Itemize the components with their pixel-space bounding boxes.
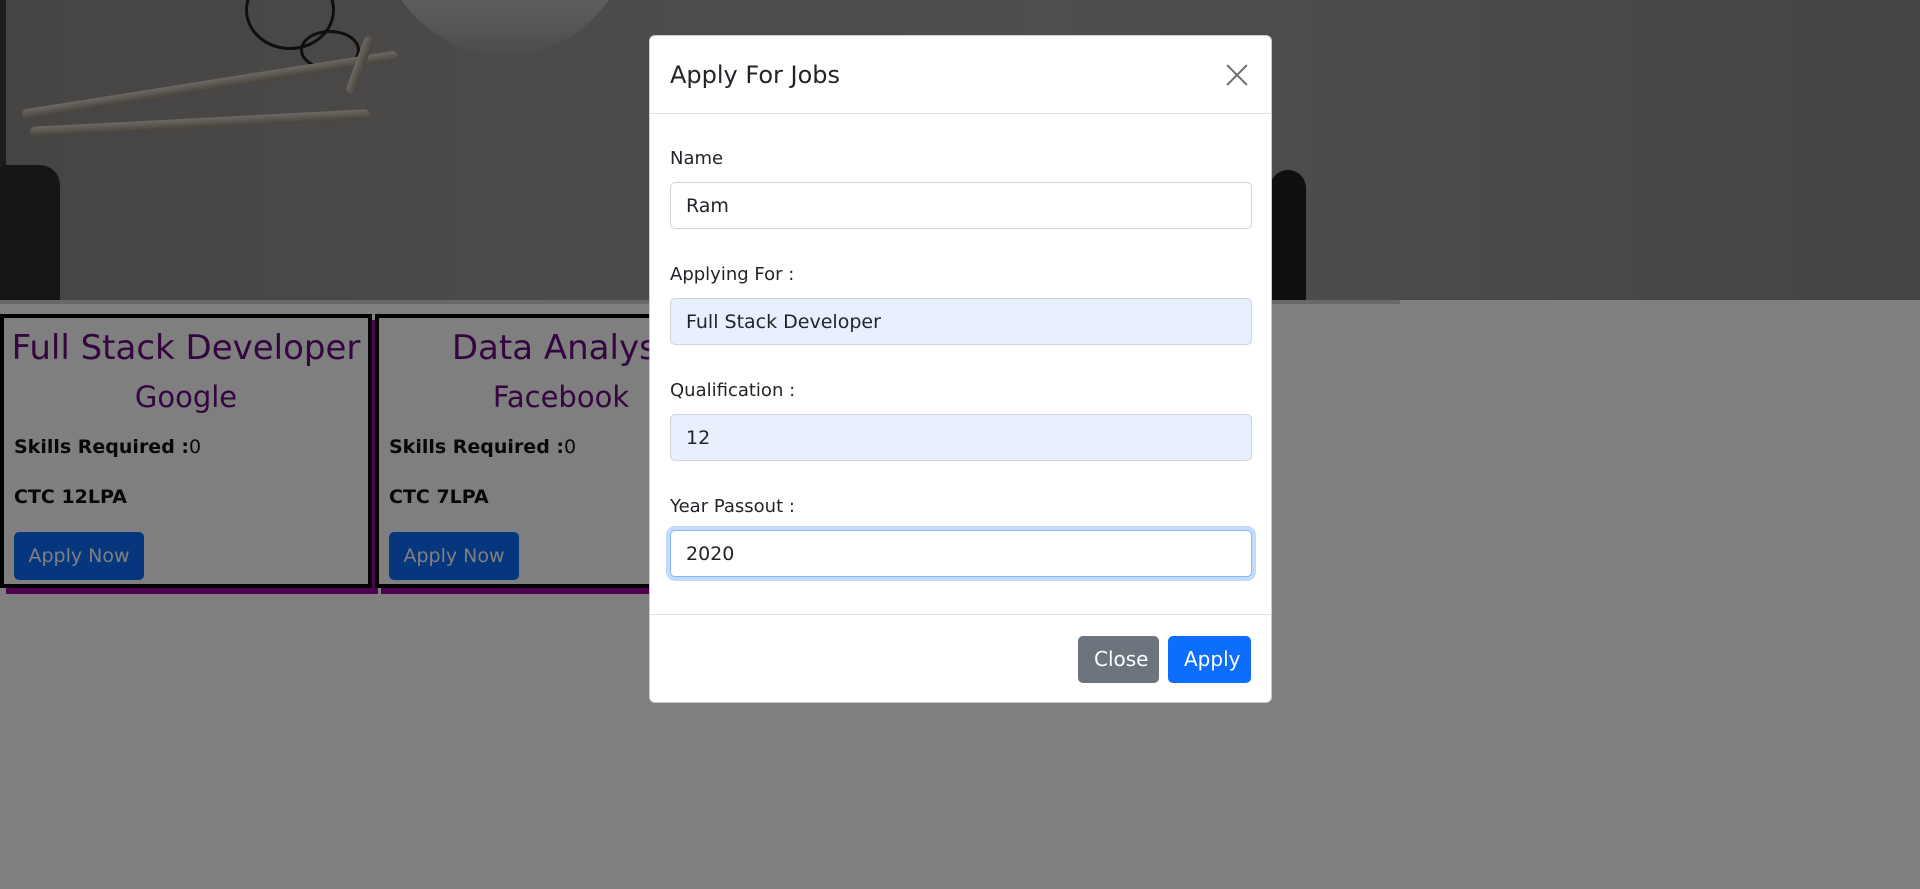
name-label: Name — [670, 148, 724, 169]
apply-button[interactable]: Apply — [1168, 635, 1251, 683]
modal-body: Name Applying For : Qualification : Year… — [650, 148, 1271, 577]
qualification-input[interactable] — [670, 414, 1252, 461]
applying-for-label: Applying For : — [670, 264, 795, 285]
name-input[interactable] — [670, 182, 1252, 229]
year-passout-label: Year Passout : — [670, 496, 795, 517]
qualification-label: Qualification : — [670, 380, 796, 401]
apply-jobs-modal: Apply For Jobs Name Applying For : Quali… — [649, 35, 1272, 703]
modal-header: Apply For Jobs — [650, 36, 1271, 114]
close-icon[interactable] — [1223, 61, 1251, 89]
modal-title: Apply For Jobs — [670, 60, 841, 89]
year-passout-input[interactable] — [670, 530, 1252, 577]
applying-for-input[interactable] — [670, 298, 1252, 345]
close-button[interactable]: Close — [1078, 635, 1159, 683]
modal-footer: Close Apply — [650, 614, 1271, 703]
